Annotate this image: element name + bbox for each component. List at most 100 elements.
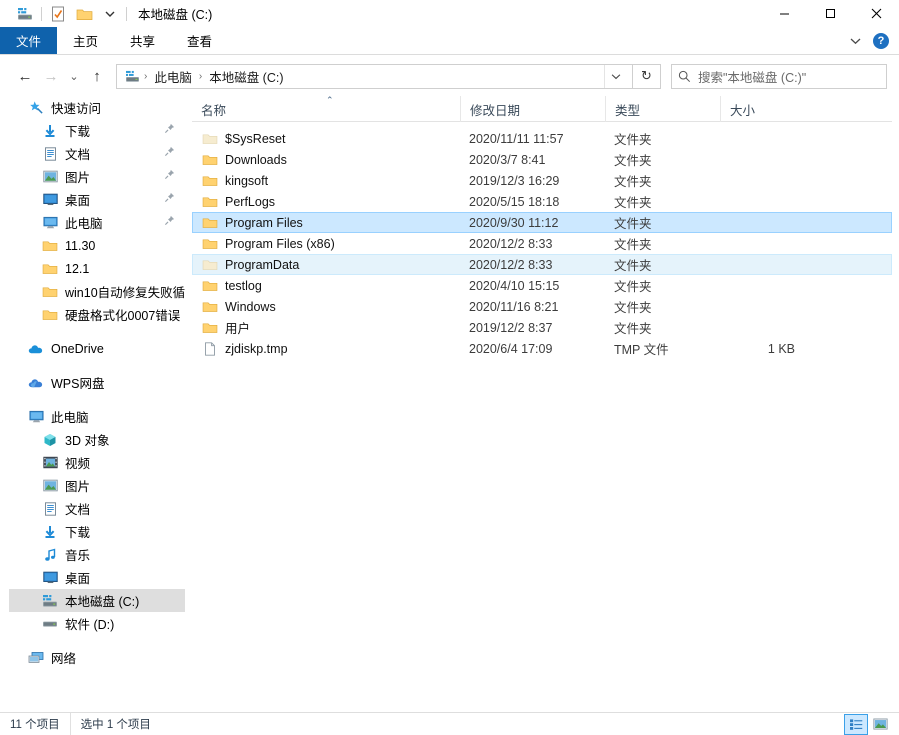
sidebar-item-pictures[interactable]: 图片 — [9, 165, 185, 188]
sidebar-item-folder-1130[interactable]: 11.30 — [9, 234, 185, 257]
sidebar-gap — [9, 635, 185, 646]
wps-cloud-icon — [27, 375, 45, 391]
expand-ribbon-chevron-icon[interactable] — [849, 35, 861, 47]
address-bar[interactable]: › 此电脑 › 本地磁盘 (C:) — [116, 64, 633, 89]
sidebar-item-downloads-pc[interactable]: 下载 — [9, 520, 185, 543]
sidebar-item-desktop-pc[interactable]: 桌面 — [9, 566, 185, 589]
new-folder-icon[interactable] — [71, 3, 97, 25]
sidebar-item-quick-access[interactable]: 快速访问 — [9, 96, 185, 119]
folder-icon — [201, 300, 219, 313]
pin-icon[interactable] — [164, 146, 175, 160]
breadcrumb-separator[interactable]: › — [140, 71, 151, 82]
file-rows: $SysReset2020/11/11 11:57文件夹Downloads202… — [192, 122, 892, 359]
file-explorer-window: 本地磁盘 (C:) 文件 主页 共享 查看 ? ← → ⌄ — [0, 0, 899, 735]
table-row[interactable]: 用户2019/12/2 8:37文件夹 — [192, 317, 892, 338]
breadcrumb-this-pc[interactable]: 此电脑 — [151, 67, 195, 86]
large-icons-view-button[interactable] — [869, 715, 891, 734]
pin-icon[interactable] — [164, 215, 175, 229]
column-header-type[interactable]: 类型 — [605, 96, 720, 122]
properties-icon[interactable] — [45, 3, 71, 25]
cell-type: 文件夹 — [606, 297, 721, 316]
column-header-label: 名称 — [201, 100, 226, 119]
sidebar-item-label: 下载 — [65, 522, 90, 541]
address-dropdown-chevron-icon[interactable] — [604, 65, 626, 88]
recent-locations-button[interactable]: ⌄ — [64, 63, 84, 89]
folder-icon — [201, 216, 219, 229]
sidebar-item-local-disk-c[interactable]: 本地磁盘 (C:) — [9, 589, 185, 612]
sidebar-item-this-pc[interactable]: 此电脑 — [9, 405, 185, 428]
column-header-date-modified[interactable]: 修改日期 — [460, 96, 605, 122]
pin-icon[interactable] — [164, 123, 175, 137]
sidebar-item-music[interactable]: 音乐 — [9, 543, 185, 566]
cell-date-modified: 2020/11/16 8:21 — [461, 300, 606, 314]
sidebar-item-documents[interactable]: 文档 — [9, 142, 185, 165]
forward-button[interactable]: → — [38, 63, 64, 89]
sidebar-item-this-pc-quick[interactable]: 此电脑 — [9, 211, 185, 234]
maximize-button[interactable] — [807, 0, 853, 27]
table-row[interactable]: Windows2020/11/16 8:21文件夹 — [192, 296, 892, 317]
customize-chevron-icon[interactable] — [97, 3, 123, 25]
table-row[interactable]: Program Files (x86)2020/12/2 8:33文件夹 — [192, 233, 892, 254]
cell-date-modified: 2020/5/15 18:18 — [461, 195, 606, 209]
help-icon[interactable]: ? — [873, 33, 889, 49]
up-button[interactable]: ↑ — [84, 63, 110, 89]
window-left-edge — [0, 96, 8, 711]
cell-type: 文件夹 — [606, 276, 721, 295]
cell-name: testlog — [193, 279, 461, 293]
details-view-button[interactable] — [845, 715, 867, 734]
sidebar-item-pictures-pc[interactable]: 图片 — [9, 474, 185, 497]
sidebar-item-documents-pc[interactable]: 文档 — [9, 497, 185, 520]
drive-icon[interactable] — [12, 3, 38, 25]
sidebar-item-3d-objects[interactable]: 3D 对象 — [9, 428, 185, 451]
sidebar-gap — [9, 360, 185, 371]
sidebar-item-wps-cloud[interactable]: WPS网盘 — [9, 371, 185, 394]
breadcrumb-local-disk-c[interactable]: 本地磁盘 (C:) — [206, 67, 286, 86]
sidebar-item-folder-121[interactable]: 12.1 — [9, 257, 185, 280]
cell-date-modified: 2020/4/10 15:15 — [461, 279, 606, 293]
cell-type: 文件夹 — [606, 318, 721, 337]
table-row[interactable]: testlog2020/4/10 15:15文件夹 — [192, 275, 892, 296]
tab-file[interactable]: 文件 — [0, 27, 57, 54]
pin-icon[interactable] — [164, 192, 175, 206]
file-list-pane[interactable]: 名称 ⌃ 修改日期 类型 大小 $SysReset2020/11/11 11:5… — [192, 96, 892, 711]
sidebar-item-desktop[interactable]: 桌面 — [9, 188, 185, 211]
pin-icon[interactable] — [164, 169, 175, 183]
sidebar-item-folder-diskformat0007[interactable]: 硬盘格式化0007错误 — [9, 303, 185, 326]
folder-icon — [201, 321, 219, 334]
table-row[interactable]: Downloads2020/3/7 8:41文件夹 — [192, 149, 892, 170]
back-button[interactable]: ← — [12, 63, 38, 89]
breadcrumb-separator[interactable]: › — [195, 71, 206, 82]
table-row[interactable]: Program Files2020/9/30 11:12文件夹 — [192, 212, 892, 233]
column-header-size[interactable]: 大小 — [720, 96, 803, 122]
title-bar: 本地磁盘 (C:) — [0, 0, 899, 27]
videos-icon — [41, 455, 59, 471]
sidebar-item-label: win10自动修复失败循环 — [65, 282, 185, 301]
tab-view[interactable]: 查看 — [171, 27, 228, 54]
sidebar-item-onedrive[interactable]: OneDrive — [9, 337, 185, 360]
sidebar-item-label: 音乐 — [65, 545, 90, 564]
close-button[interactable] — [853, 0, 899, 27]
column-header-name[interactable]: 名称 ⌃ — [192, 96, 460, 122]
sidebar-item-network[interactable]: 网络 — [9, 646, 185, 669]
search-box[interactable]: 搜索"本地磁盘 (C:)" — [671, 64, 887, 89]
table-row[interactable]: PerfLogs2020/5/15 18:18文件夹 — [192, 191, 892, 212]
minimize-button[interactable] — [761, 0, 807, 27]
tab-home[interactable]: 主页 — [57, 27, 114, 54]
ribbon-tabs: 文件 主页 共享 查看 ? — [0, 27, 899, 55]
sidebar-item-downloads[interactable]: 下载 — [9, 119, 185, 142]
navigation-pane[interactable]: 快速访问 下载 文档 图片 — [9, 96, 185, 711]
breadcrumb-drive-icon[interactable] — [123, 70, 140, 83]
table-row[interactable]: ProgramData2020/12/2 8:33文件夹 — [192, 254, 892, 275]
table-row[interactable]: zjdiskp.tmp2020/6/4 17:09TMP 文件1 KB — [192, 338, 892, 359]
refresh-button[interactable]: ↻ — [633, 64, 661, 89]
sidebar-item-folder-win10repair[interactable]: win10自动修复失败循环 — [9, 280, 185, 303]
table-row[interactable]: kingsoft2019/12/3 16:29文件夹 — [192, 170, 892, 191]
tab-share[interactable]: 共享 — [114, 27, 171, 54]
search-input[interactable]: 搜索"本地磁盘 (C:)" — [698, 67, 806, 86]
cell-name: $SysReset — [193, 132, 461, 146]
table-row[interactable]: $SysReset2020/11/11 11:57文件夹 — [192, 128, 892, 149]
sort-ascending-caret-icon: ⌃ — [326, 95, 334, 106]
sidebar-item-videos[interactable]: 视频 — [9, 451, 185, 474]
cell-date-modified: 2020/11/11 11:57 — [461, 132, 606, 146]
sidebar-item-software-d[interactable]: 软件 (D:) — [9, 612, 185, 635]
